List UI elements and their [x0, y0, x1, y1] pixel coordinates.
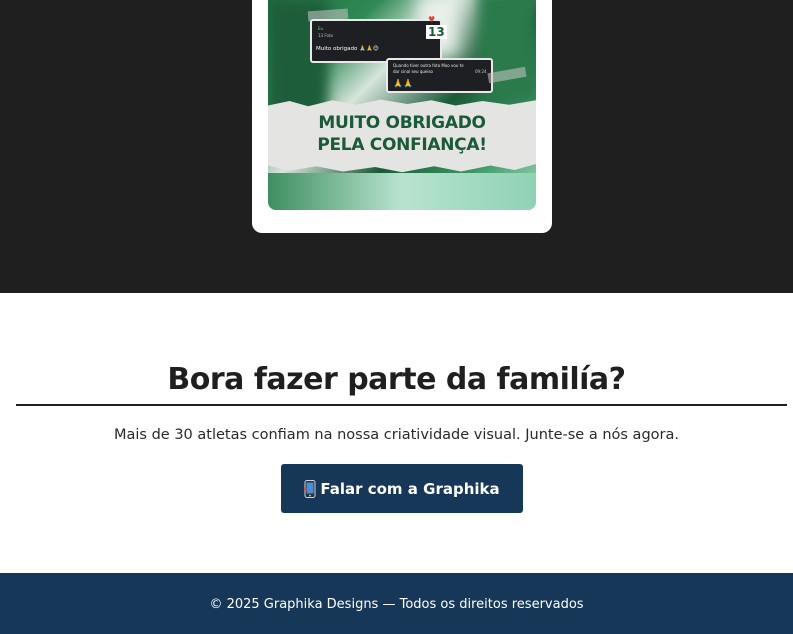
chat-reply-line2: dar sinal seu queiso — [393, 69, 433, 74]
chat-reply-time: 09:24 — [475, 69, 487, 74]
site-footer: © 2025 Graphika Designs — Todos os direi… — [0, 573, 793, 634]
testimonial-image: Eu 13 Foto Muito obrigado 🙏🙏😊 13 ♥ Quand… — [268, 0, 536, 210]
testimonial-section: Eu 13 Foto Muito obrigado 🙏🙏😊 13 ♥ Quand… — [0, 0, 793, 293]
copyright-text: © 2025 Graphika Designs — Todos os direi… — [209, 597, 584, 612]
contact-graphika-button[interactable]: Falar com a Graphika — [281, 464, 523, 513]
mobile-phone-icon — [304, 479, 316, 498]
chat-message: Muito obrigado 🙏🙏😊 — [316, 46, 379, 52]
chat-sender: Eu — [318, 26, 324, 31]
chat-screenshot-top: Eu 13 Foto Muito obrigado 🙏🙏😊 13 ♥ — [310, 15, 447, 63]
chat-screenshot-reply: Quando tiver outra foto Moo vou te dar s… — [386, 58, 493, 93]
cta-subtitle: Mais de 30 atletas confiam na nossa cria… — [114, 427, 679, 443]
heart-icon: ♥ — [428, 15, 436, 24]
testimonial-card: Eu 13 Foto Muito obrigado 🙏🙏😊 13 ♥ Quand… — [252, 0, 552, 233]
title-underline — [16, 404, 787, 406]
chat-meta: 13 Foto — [318, 33, 333, 38]
thanks-banner-text: MUITO OBRIGADO PELA CONFIANÇA! — [268, 112, 536, 156]
contact-button-label: Falar com a Graphika — [320, 479, 500, 498]
chat-reply-emoji: 🙏🙏 — [393, 79, 413, 88]
chat-reply-line1: Quando tiver outra foto Moo vou te — [393, 63, 464, 68]
thanks-line-2: PELA CONFIANÇA! — [317, 135, 487, 155]
chat-thumbnail-number: 13 — [426, 25, 447, 39]
thanks-line-1: MUITO OBRIGADO — [318, 113, 486, 133]
image-bottom-strip — [268, 173, 536, 210]
cta-title: Bora fazer parte da familía? — [167, 362, 626, 397]
